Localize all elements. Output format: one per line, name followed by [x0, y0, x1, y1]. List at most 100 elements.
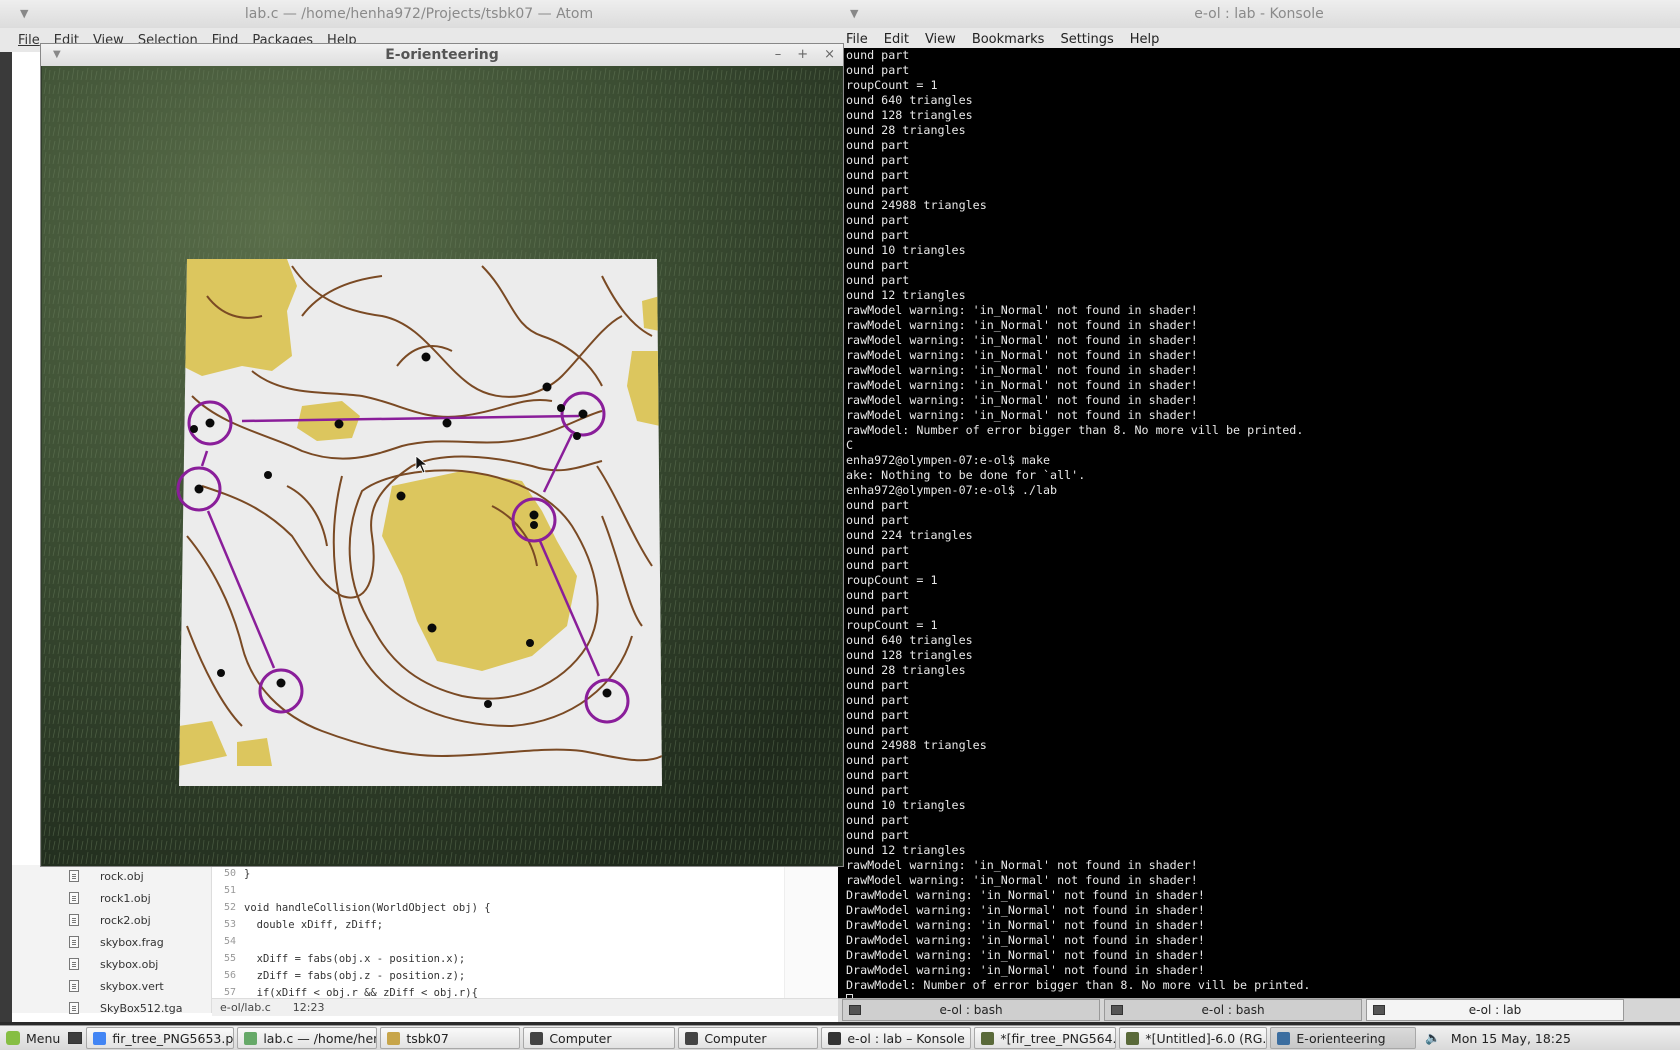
terminal-line: ound part [846, 138, 910, 152]
terminal-line: C [846, 438, 854, 452]
konsole-window: ▼ e-ol : lab - Konsole File Edit View Bo… [838, 0, 1680, 1022]
taskbar-item[interactable]: *[Untitled]-6.0 (RG... [1119, 1027, 1268, 1049]
show-desktop-icon[interactable] [68, 1032, 83, 1044]
terminal-line: roupCount = 1 [846, 573, 938, 587]
terminal-line: ound 28 triangles [846, 663, 966, 677]
terminal-icon [1373, 1005, 1385, 1015]
terminal-line: ound part [846, 48, 910, 62]
terminal-line: ound 10 triangles [846, 798, 966, 812]
tree-item[interactable]: rock.obj [12, 865, 211, 887]
taskbar-item[interactable]: fir_tree_PNG5653.p... [86, 1027, 235, 1049]
code-line: 53 double xDiff, zDiff; [223, 918, 384, 931]
volume-icon[interactable]: 🔈 [1425, 1030, 1441, 1046]
taskbar-window-list: fir_tree_PNG5653.p... lab.c — /home/hen..… [86, 1027, 1419, 1049]
tree-item[interactable]: skybox.frag [12, 931, 211, 953]
taskbar-item[interactable]: *[fir_tree_PNG564... [974, 1027, 1117, 1049]
eo-titlebar[interactable]: ▼ E-orienteering – + × [41, 44, 843, 66]
file-tree: rock.obj rock1.obj rock2.obj skybox.frag… [12, 865, 212, 1015]
mint-logo-icon [6, 1031, 20, 1045]
chrome-icon [93, 1031, 107, 1045]
terminal-tab-bar: e-ol : bash e-ol : bash e-ol : lab [838, 998, 1680, 1022]
terminal-tab[interactable]: e-ol : bash [1104, 999, 1362, 1021]
terminal-line: ound part [846, 828, 910, 842]
minimize-button[interactable]: – [775, 44, 782, 66]
terminal-tab-active[interactable]: e-ol : lab [1366, 999, 1624, 1021]
terminal-line: DrawModel warning: 'in_Normal' not found… [846, 948, 1205, 962]
terminal-line: ound part [846, 693, 910, 707]
terminal-line: ake: Nothing to be done for `all'. [846, 468, 1086, 482]
tree-item[interactable]: skybox.vert [12, 975, 211, 997]
konsole-menu-file[interactable]: File [846, 32, 868, 47]
terminal-line: enha972@olympen-07:e-ol$ ./lab [846, 483, 1058, 497]
window-menu-icon[interactable]: ▼ [850, 0, 858, 28]
taskbar-item-label: lab.c — /home/hen... [263, 1030, 376, 1046]
code-editor[interactable]: 50} 51 52 void handleCollision(WorldObjec… [212, 865, 784, 1000]
taskbar-item[interactable]: Computer [523, 1027, 676, 1049]
window-menu-icon[interactable]: ▼ [53, 44, 61, 66]
konsole-menubar: File Edit View Bookmarks Settings Help [838, 28, 1680, 50]
file-icon [69, 1002, 79, 1014]
taskbar: Menu fir_tree_PNG5653.p... lab.c — /home/… [0, 1025, 1680, 1050]
taskbar-item[interactable]: e-ol : lab – Konsole [821, 1027, 972, 1049]
terminal-line: DrawModel warning: 'in_Normal' not found… [846, 888, 1205, 902]
konsole-menu-view[interactable]: View [925, 32, 956, 47]
tree-item[interactable]: rock2.obj [12, 909, 211, 931]
terminal-line: ound part [846, 63, 910, 77]
terminal-line: ound part [846, 603, 910, 617]
terminal-line: ound 24988 triangles [846, 198, 987, 212]
taskbar-item[interactable]: tsbk07 [380, 1027, 521, 1049]
konsole-titlebar[interactable]: ▼ e-ol : lab - Konsole [838, 0, 1680, 28]
terminal-line: rawModel warning: 'in_Normal' not found … [846, 348, 1198, 362]
taskbar-item-label: fir_tree_PNG5653.p... [112, 1030, 235, 1046]
taskbar-item-label: Computer [704, 1030, 767, 1046]
terminal-line: ound part [846, 768, 910, 782]
terminal-line: rawModel warning: 'in_Normal' not found … [846, 303, 1198, 317]
terminal-line: ound part [846, 678, 910, 692]
konsole-menu-edit[interactable]: Edit [884, 32, 909, 47]
maximize-button[interactable]: + [797, 44, 808, 66]
tree-item[interactable]: rock1.obj [12, 887, 211, 909]
close-button[interactable]: × [824, 44, 835, 66]
taskbar-item-label: tsbk07 [406, 1030, 449, 1046]
terminal-line: ound 28 triangles [846, 123, 966, 137]
konsole-menu-help[interactable]: Help [1130, 32, 1160, 47]
game-viewport[interactable] [42, 66, 842, 866]
status-cursor-position[interactable]: 12:23 [293, 1001, 325, 1014]
clock[interactable]: Mon 15 May, 18:25 [1451, 1031, 1571, 1046]
terminal-tab[interactable]: e-ol : bash [842, 999, 1100, 1021]
terminal-line: ound 128 triangles [846, 108, 973, 122]
folder-icon [387, 1031, 401, 1045]
eo-title: E-orienteering [385, 47, 499, 63]
terminal-line: DrawModel warning: 'in_Normal' not found… [846, 903, 1205, 917]
terminal-line: rawModel warning: 'in_Normal' not found … [846, 408, 1198, 422]
terminal-output[interactable]: ound part ound part roupCount = 1 ound 640 … [838, 48, 1680, 998]
terminal-line: ound 128 triangles [846, 648, 973, 662]
konsole-menu-settings[interactable]: Settings [1060, 32, 1113, 47]
status-file-path[interactable]: e-ol/lab.c [220, 1001, 271, 1014]
atom-menu-file[interactable]: File [18, 33, 40, 48]
tree-item[interactable]: SkyBox512.tga [12, 997, 211, 1019]
terminal-line: ound part [846, 588, 910, 602]
start-menu-button[interactable]: Menu [0, 1026, 68, 1050]
taskbar-item[interactable]: E-orienteering [1270, 1027, 1417, 1049]
atom-titlebar[interactable]: ▼ lab.c — /home/henha972/Projects/tsbk07… [0, 0, 838, 28]
terminal-line: ound 12 triangles [846, 288, 966, 302]
file-icon [69, 870, 79, 882]
terminal-line: ound part [846, 183, 910, 197]
konsole-menu-bookmarks[interactable]: Bookmarks [972, 32, 1045, 47]
terminal-line: ound 640 triangles [846, 633, 973, 647]
computer-icon [530, 1031, 544, 1045]
terminal-line: ound 224 triangles [846, 528, 973, 542]
taskbar-item[interactable]: Computer [678, 1027, 819, 1049]
window-menu-icon[interactable]: ▼ [20, 0, 28, 28]
taskbar-item[interactable]: lab.c — /home/hen... [237, 1027, 378, 1049]
terminal-line: ound part [846, 228, 910, 242]
minimap-area[interactable] [784, 865, 838, 998]
file-icon [69, 892, 79, 904]
terminal-line: ound part [846, 543, 910, 557]
terminal-line: ound part [846, 153, 910, 167]
file-icon [69, 958, 79, 970]
terminal-line: DrawModel warning: 'in_Normal' not found… [846, 933, 1205, 947]
tree-item[interactable]: skybox.obj [12, 953, 211, 975]
terminal-icon [1111, 1005, 1123, 1015]
